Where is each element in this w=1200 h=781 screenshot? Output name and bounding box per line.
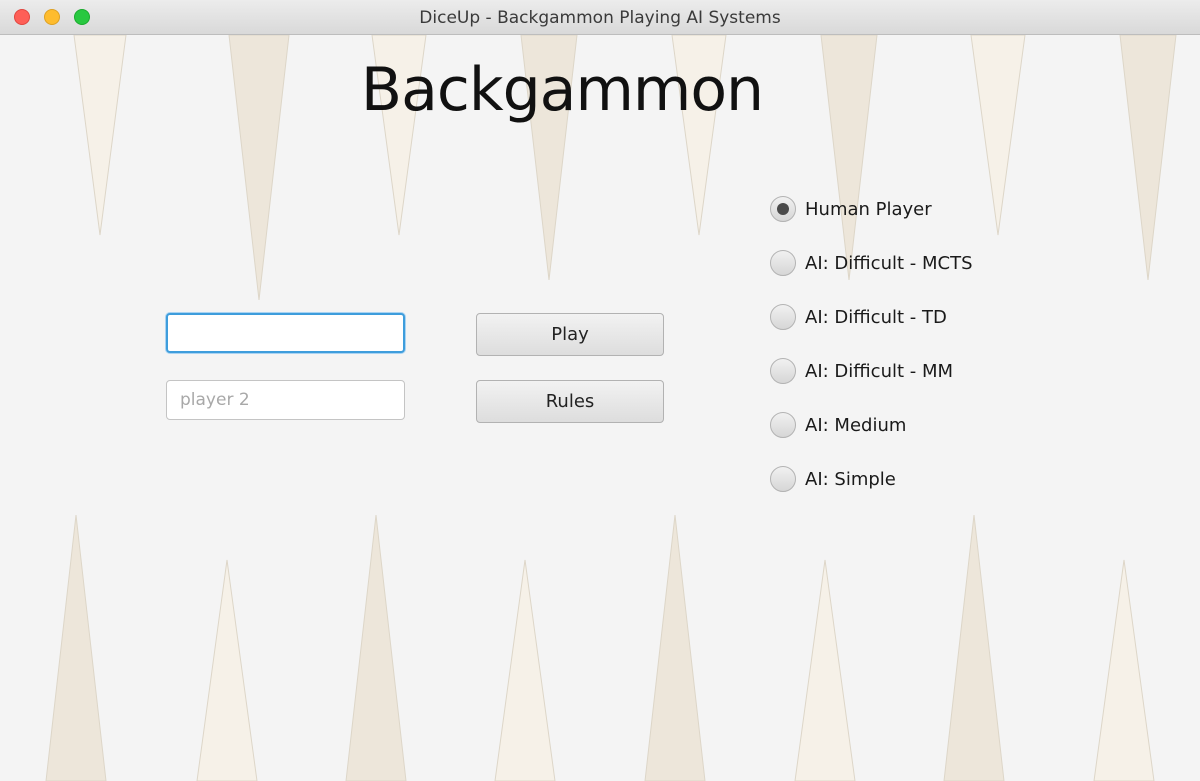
radio-label: AI: Simple bbox=[805, 468, 896, 490]
radio-button[interactable] bbox=[770, 250, 796, 276]
app-window: DiceUp - Backgammon Playing AI Systems B… bbox=[0, 0, 1200, 781]
title-bar: DiceUp - Backgammon Playing AI Systems bbox=[0, 0, 1200, 35]
radio-button[interactable] bbox=[770, 412, 796, 438]
player2-name-input[interactable] bbox=[166, 380, 405, 420]
opponent-option-2[interactable]: AI: Difficult - TD bbox=[770, 303, 947, 331]
opponent-option-0[interactable]: Human Player bbox=[770, 195, 932, 223]
window-title: DiceUp - Backgammon Playing AI Systems bbox=[419, 8, 781, 28]
opponent-option-4[interactable]: AI: Medium bbox=[770, 411, 906, 439]
radio-label: AI: Medium bbox=[805, 414, 907, 436]
radio-button[interactable] bbox=[770, 466, 796, 492]
radio-label: AI: Difficult - TD bbox=[805, 306, 947, 328]
page-title: Backgammon bbox=[360, 55, 764, 125]
play-button[interactable]: Play bbox=[476, 313, 664, 356]
radio-label: AI: Difficult - MCTS bbox=[805, 252, 973, 274]
player1-name-input[interactable] bbox=[166, 313, 405, 353]
radio-button[interactable] bbox=[770, 358, 796, 384]
rules-button[interactable]: Rules bbox=[476, 380, 664, 423]
radio-button[interactable] bbox=[770, 196, 796, 222]
radio-label: Human Player bbox=[805, 198, 932, 220]
opponent-option-1[interactable]: AI: Difficult - MCTS bbox=[770, 249, 973, 277]
main-content: Backgammon Play Rules Human Player AI: Di… bbox=[0, 0, 1200, 781]
radio-label: AI: Difficult - MM bbox=[805, 360, 954, 382]
opponent-option-5[interactable]: AI: Simple bbox=[770, 465, 896, 493]
opponent-option-3[interactable]: AI: Difficult - MM bbox=[770, 357, 953, 385]
radio-button[interactable] bbox=[770, 304, 796, 330]
